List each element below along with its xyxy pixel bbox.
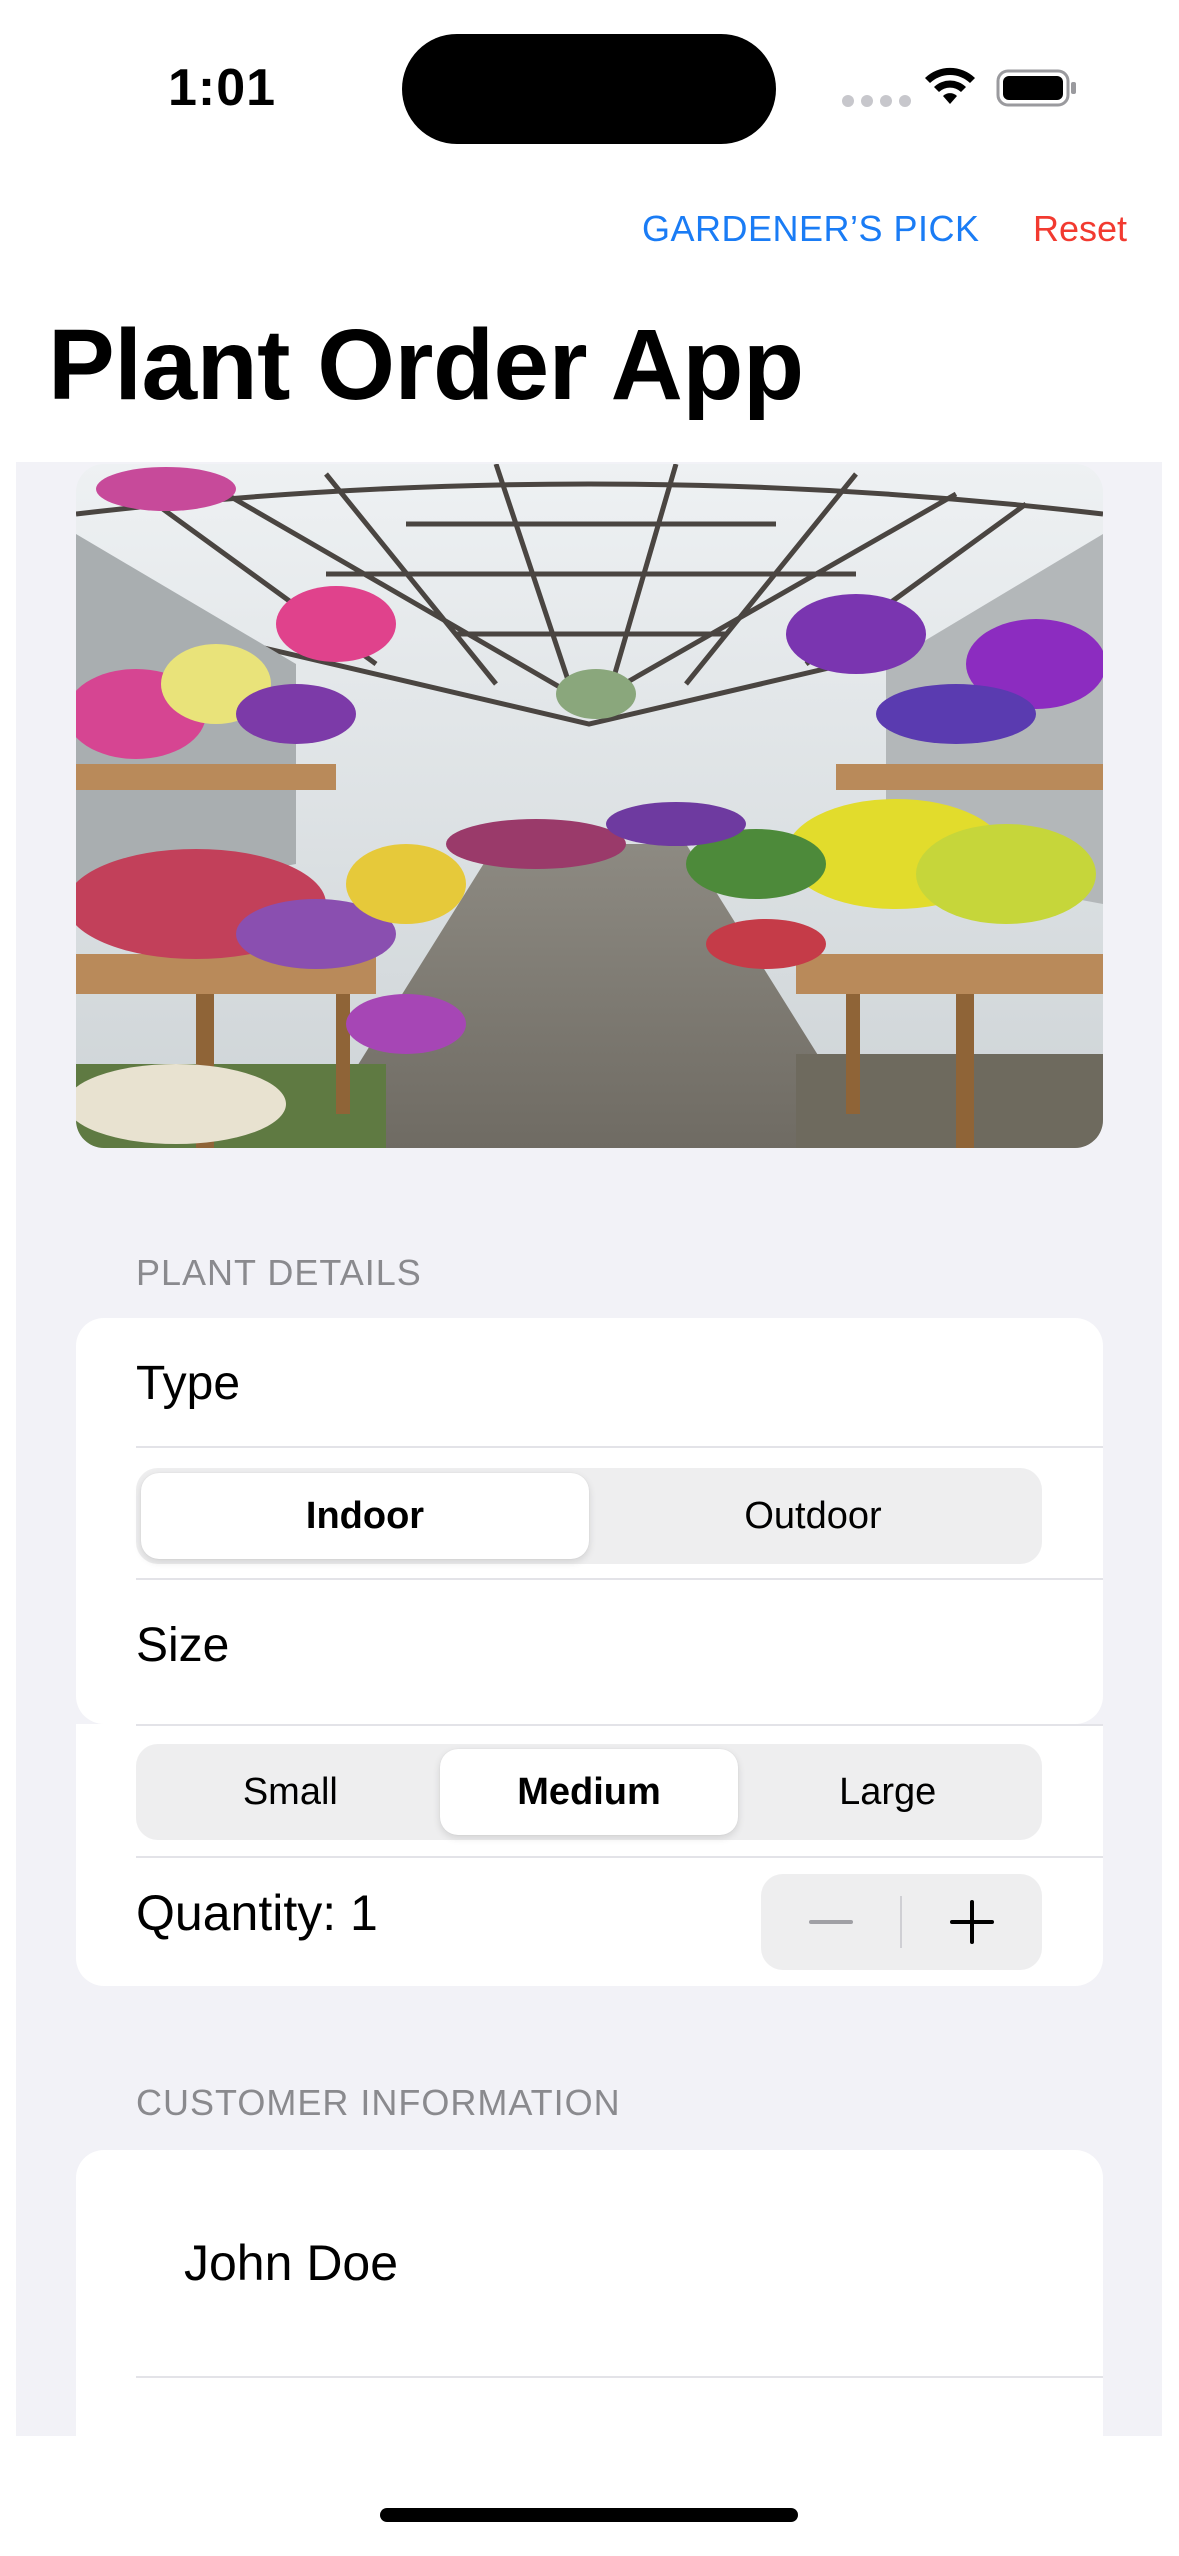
size-label: Size <box>136 1619 230 1672</box>
divider <box>136 1724 1103 1726</box>
type-option-outdoor[interactable]: Outdoor <box>589 1473 1037 1559</box>
divider <box>136 1578 1103 1580</box>
plus-icon <box>950 1900 994 1944</box>
dynamic-island <box>402 34 776 144</box>
quantity-label: Quantity: 1 <box>136 1885 378 1941</box>
greenhouse-image <box>76 464 1103 1148</box>
form-scroll-view[interactable]: PLANT DETAILS Type Indoor Outdoor Size S… <box>16 462 1162 2436</box>
size-option-small[interactable]: Small <box>141 1749 440 1835</box>
customer-name-field[interactable]: John Doe <box>184 2234 398 2292</box>
plant-details-header: PLANT DETAILS <box>136 1252 422 1293</box>
wifi-icon <box>925 67 975 104</box>
size-segmented-control[interactable]: Small Medium Large <box>136 1744 1042 1840</box>
customer-information-header: CUSTOMER INFORMATION <box>136 2082 621 2123</box>
battery-icon <box>996 69 1076 107</box>
type-option-indoor[interactable]: Indoor <box>141 1473 589 1559</box>
gardeners-pick-button[interactable]: GARDENER’S PICK <box>642 208 980 250</box>
nav-bar: GARDENER’S PICK Reset <box>0 200 1179 260</box>
status-bar: 1:01 <box>0 0 1179 170</box>
divider <box>136 1446 1103 1448</box>
status-time: 1:01 <box>168 59 277 117</box>
size-option-medium[interactable]: Medium <box>439 1749 739 1835</box>
divider <box>136 2376 1103 2378</box>
decrement-button[interactable] <box>761 1874 901 1970</box>
plant-details-card-lower: Small Medium Large <box>76 1724 1103 1986</box>
divider <box>136 1856 1103 1858</box>
customer-information-card: John Doe <box>76 2150 1103 2436</box>
cellular-signal-icon <box>842 95 911 107</box>
home-indicator[interactable] <box>380 2508 798 2522</box>
increment-button[interactable] <box>902 1874 1042 1970</box>
reset-button[interactable]: Reset <box>1033 208 1127 250</box>
minus-icon <box>809 1920 853 1924</box>
quantity-stepper[interactable] <box>761 1874 1042 1970</box>
type-segmented-control[interactable]: Indoor Outdoor <box>136 1468 1042 1564</box>
plant-details-card: Type Indoor Outdoor Size <box>76 1318 1103 1724</box>
size-option-large[interactable]: Large <box>738 1749 1037 1835</box>
page-title: Plant Order App <box>48 309 804 421</box>
type-label: Type <box>136 1357 241 1410</box>
